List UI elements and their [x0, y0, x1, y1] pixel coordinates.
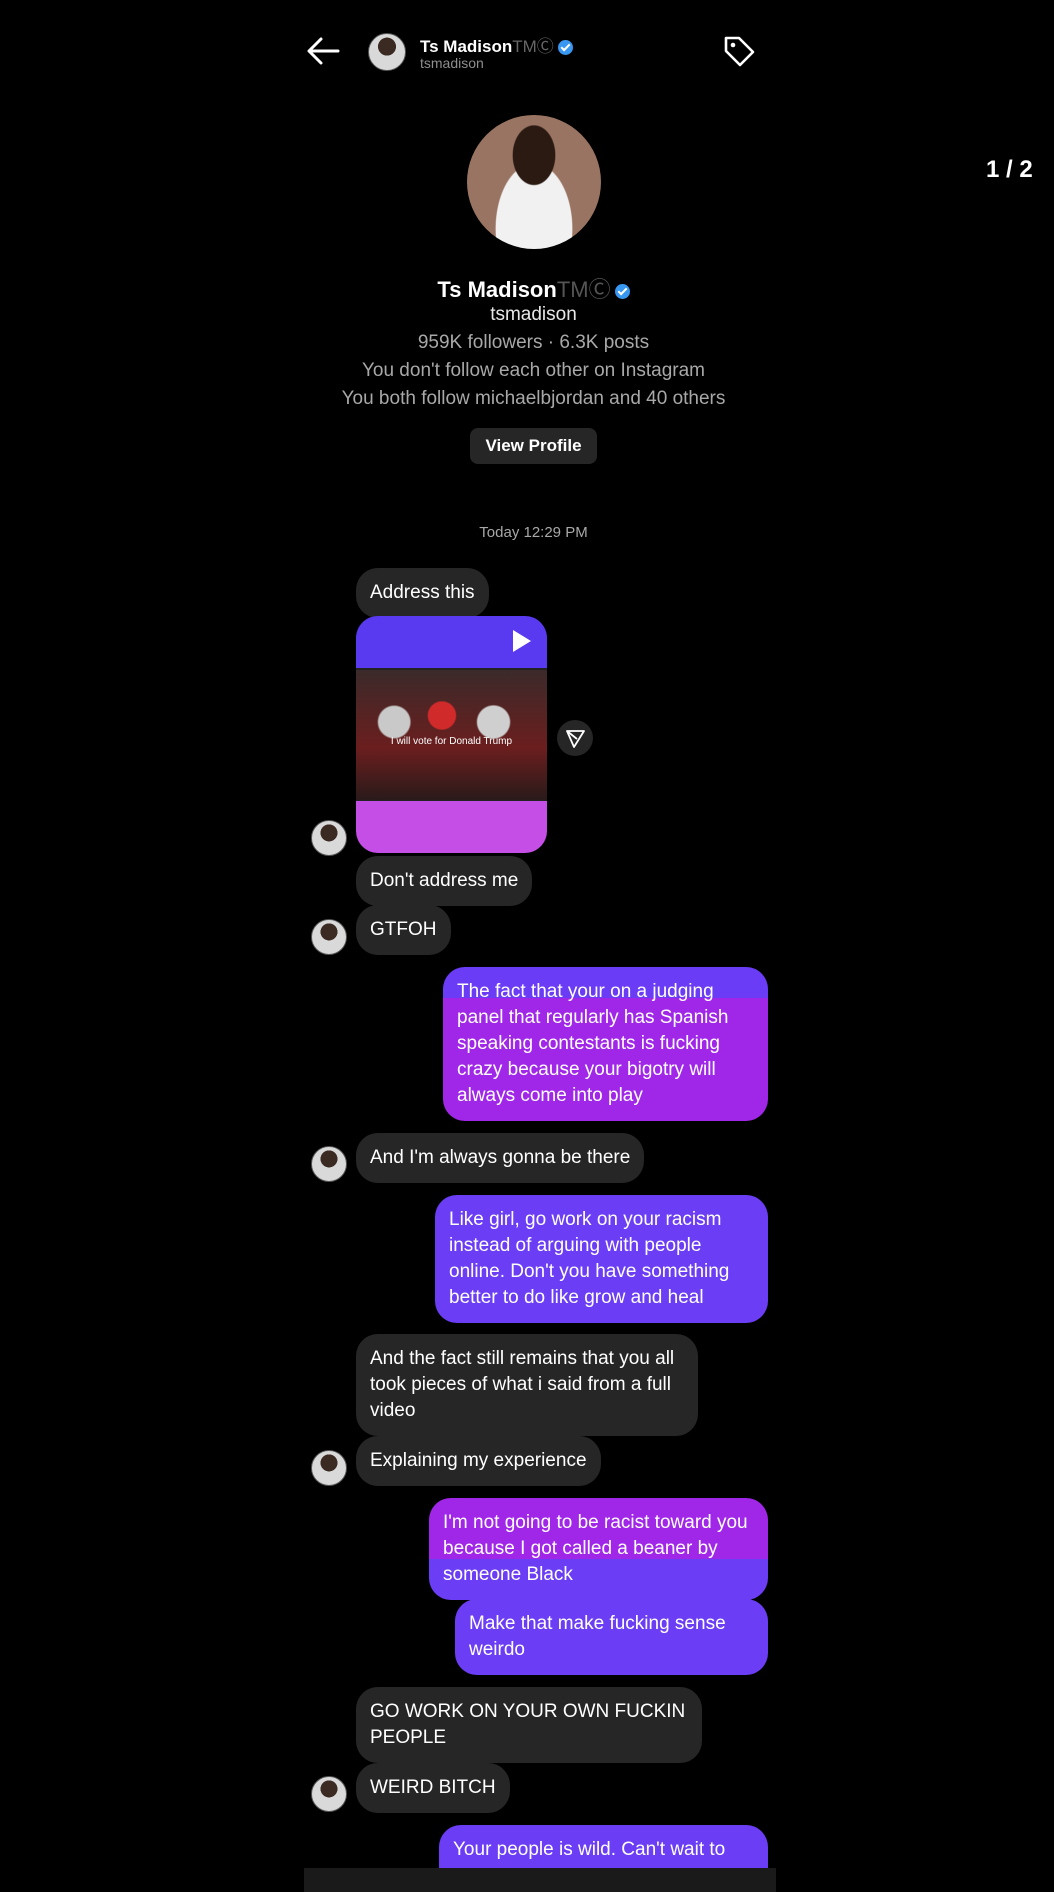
message-incoming[interactable]: WEIRD BITCH [356, 1763, 510, 1813]
sender-avatar[interactable] [311, 820, 347, 856]
header-trademark: TMⒸ [512, 37, 554, 56]
share-icon[interactable] [557, 720, 593, 756]
message-outgoing[interactable]: Make that make fucking sense weirdo [455, 1599, 768, 1675]
message-incoming[interactable]: Explaining my experience [356, 1436, 601, 1486]
play-icon [513, 630, 531, 652]
sender-avatar[interactable] [311, 1450, 347, 1486]
message-composer-bar[interactable] [304, 1868, 776, 1892]
back-arrow-icon[interactable] [306, 36, 340, 66]
sender-avatar[interactable] [311, 919, 347, 955]
message-incoming[interactable]: GO WORK ON YOUR OWN FUCKIN PEOPLE [356, 1687, 702, 1763]
sender-avatar[interactable] [311, 1776, 347, 1812]
profile-name-text: Ts Madison [437, 277, 557, 302]
profile-stats: 959K followers · 6.3K posts [417, 332, 650, 353]
view-profile-button[interactable]: View Profile [470, 428, 597, 464]
profile-trademark: TMⒸ [556, 277, 611, 302]
message-outgoing[interactable]: Your people is wild. Can't wait to [439, 1825, 768, 1869]
header-avatar[interactable] [368, 33, 406, 71]
header-handle: tsmadison [420, 55, 484, 71]
message-incoming[interactable]: Address this [356, 568, 489, 618]
profile-name: Ts MadisonTMⒸ [0, 272, 1054, 304]
message-timestamp: Today 12:29 PM [479, 524, 588, 541]
message-outgoing[interactable]: I'm not going to be racist toward you be… [429, 1498, 768, 1600]
shared-video-card[interactable]: I will vote for Donald Trump [356, 616, 547, 853]
video-thumbnail [356, 670, 547, 800]
verified-badge-icon [557, 40, 573, 56]
message-incoming[interactable]: And I'm always gonna be there [356, 1133, 645, 1183]
message-outgoing[interactable]: The fact that your on a judging panel th… [443, 967, 768, 1121]
verified-badge-icon [614, 283, 630, 299]
message-incoming[interactable]: And the fact still remains that you all … [356, 1334, 698, 1436]
message-incoming[interactable]: GTFOH [356, 905, 451, 955]
tag-icon[interactable] [722, 34, 756, 68]
profile-follow-status: You don't follow each other on Instagram [361, 360, 706, 381]
message-incoming[interactable]: Don't address me [356, 856, 533, 906]
header-name-text: Ts Madison [420, 37, 513, 56]
profile-avatar[interactable] [467, 115, 601, 249]
sender-avatar[interactable] [311, 1146, 347, 1182]
profile-mutuals: You both follow michaelbjordan and 40 ot… [341, 388, 726, 409]
profile-handle: tsmadison [490, 304, 577, 325]
message-outgoing[interactable]: Like girl, go work on your racism instea… [435, 1195, 768, 1323]
header-username[interactable]: Ts MadisonTMⒸ [420, 32, 573, 57]
video-caption: I will vote for Donald Trump [390, 736, 513, 747]
page-counter: 1 / 2 [986, 156, 1033, 183]
